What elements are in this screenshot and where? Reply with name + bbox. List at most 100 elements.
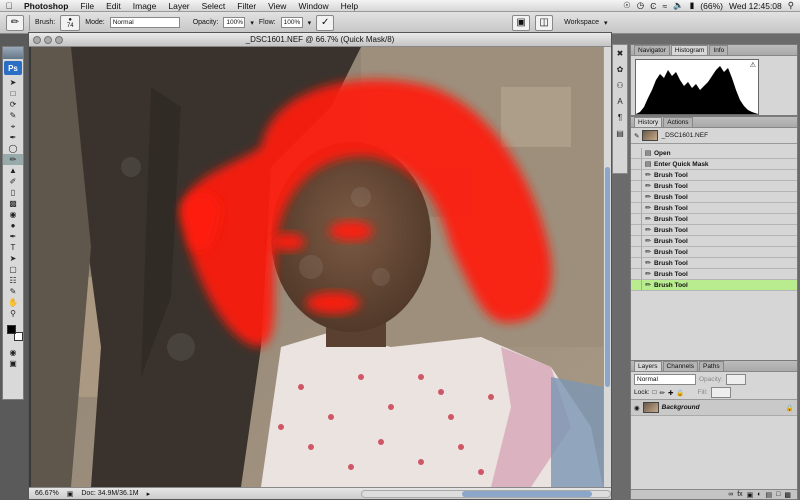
healing-tool-icon[interactable]: ◯ xyxy=(3,143,23,154)
lock-pixels-icon[interactable]: ✏ xyxy=(659,389,664,397)
history-state[interactable]: ✏ Brush Tool xyxy=(631,246,797,258)
zoom-tool-icon[interactable]: ⚲ xyxy=(3,308,23,319)
airbrush-button[interactable]: ✓ xyxy=(316,14,335,31)
history-state[interactable]: ✏ Brush Tool xyxy=(631,191,797,203)
history-source-box[interactable] xyxy=(631,147,642,159)
lock-transparency-icon[interactable]: □ xyxy=(653,389,657,396)
history-source-box[interactable] xyxy=(631,158,642,170)
layer-style-icon[interactable]: fx xyxy=(737,491,742,498)
tab-actions[interactable]: Actions xyxy=(663,117,693,127)
marquee-tool-icon[interactable]: □ xyxy=(3,88,23,99)
lasso-tool-icon[interactable]: ⟳ xyxy=(3,99,23,110)
history-state[interactable]: ✏ Brush Tool xyxy=(631,268,797,280)
brushes-palette-button[interactable]: ▣ xyxy=(512,14,531,31)
visibility-eye-icon[interactable]: ◉ xyxy=(634,404,640,412)
vertical-scroll-thumb[interactable] xyxy=(605,167,610,387)
history-snapshot[interactable]: ✎ _DSC1601.NEF xyxy=(631,128,797,144)
tab-channels[interactable]: Channels xyxy=(662,361,698,371)
sync-icon[interactable]: ☉ xyxy=(623,0,631,11)
chevron-down-icon[interactable]: ▾ xyxy=(604,19,608,27)
menu-clock[interactable]: Wed 12:45:08 xyxy=(729,1,782,11)
menu-window[interactable]: Window xyxy=(292,1,334,11)
history-state[interactable]: ✏ Brush Tool xyxy=(631,169,797,181)
link-layers-icon[interactable]: ∞ xyxy=(728,491,733,498)
ps-logo[interactable]: Ps xyxy=(4,61,22,75)
battery-icon[interactable]: ▮ xyxy=(690,0,695,11)
blend-mode-select[interactable]: Normal xyxy=(634,373,696,385)
menu-filter[interactable]: Filter xyxy=(231,1,262,11)
eraser-tool-icon[interactable]: ▯ xyxy=(3,187,23,198)
history-state[interactable]: ✏ Brush Tool xyxy=(631,224,797,236)
layer-name[interactable]: Background xyxy=(662,404,700,411)
bluetooth-icon[interactable]: Ͼ xyxy=(650,1,656,11)
brush-picker[interactable]: ● 74 xyxy=(60,14,81,31)
chevron-right-icon[interactable]: ▸ xyxy=(147,490,151,498)
new-layer-icon[interactable]: □ xyxy=(776,491,780,498)
tab-info[interactable]: Info xyxy=(709,45,729,55)
tool-preset-button[interactable]: ✏ xyxy=(6,14,24,31)
tab-layers[interactable]: Layers xyxy=(634,361,662,371)
tab-histogram[interactable]: Histogram xyxy=(670,45,709,55)
layer-row[interactable]: ◉ Background 🔒 xyxy=(631,400,797,416)
history-source-box[interactable] xyxy=(631,257,642,269)
history-source-box[interactable] xyxy=(631,191,642,203)
menu-file[interactable]: File xyxy=(74,1,100,11)
chevron-down-icon[interactable]: ▾ xyxy=(250,19,254,27)
menu-select[interactable]: Select xyxy=(196,1,232,11)
horizontal-scroll-thumb[interactable] xyxy=(462,490,592,497)
workspace-label[interactable]: Workspace xyxy=(564,19,599,26)
blur-tool-icon[interactable]: ◉ xyxy=(3,209,23,220)
move-tool-icon[interactable]: ➤ xyxy=(3,77,23,88)
character-icon[interactable]: A xyxy=(613,97,627,109)
menu-view[interactable]: View xyxy=(262,1,292,11)
trash-icon[interactable]: ▩ xyxy=(784,491,791,499)
status-icon[interactable]: ▣ xyxy=(67,490,74,498)
minimize-button[interactable] xyxy=(44,36,52,44)
menu-layer[interactable]: Layer xyxy=(162,1,195,11)
apple-menu-icon[interactable]:  xyxy=(0,1,18,11)
menu-image[interactable]: Image xyxy=(127,1,163,11)
vertical-scrollbar[interactable] xyxy=(603,47,611,487)
notes-tool-icon[interactable]: ☷ xyxy=(3,275,23,286)
menu-help[interactable]: Help xyxy=(335,1,364,11)
history-source-box[interactable] xyxy=(631,213,642,225)
type-tool-icon[interactable]: T xyxy=(3,242,23,253)
history-state[interactable]: ✏ Brush Tool xyxy=(631,180,797,192)
zoom-button[interactable] xyxy=(55,36,63,44)
menu-edit[interactable]: Edit xyxy=(100,1,127,11)
history-source-box[interactable] xyxy=(631,180,642,192)
shape-tool-icon[interactable]: ▢ xyxy=(3,264,23,275)
paragraph-icon[interactable]: ¶ xyxy=(613,113,627,125)
brush-tool-icon[interactable]: ✏ xyxy=(3,154,23,165)
toolbox-header[interactable] xyxy=(3,47,23,59)
warning-icon[interactable]: ⚠ xyxy=(750,61,756,69)
volume-icon[interactable]: 🔈 xyxy=(673,0,684,11)
lock-all-icon[interactable]: 🔒 xyxy=(676,389,684,397)
tool-presets-icon[interactable]: ✖ xyxy=(613,49,627,61)
timemachine-icon[interactable]: ◷ xyxy=(637,0,644,11)
new-group-icon[interactable]: ▤ xyxy=(766,491,773,499)
crop-tool-icon[interactable]: ⌖ xyxy=(3,121,23,132)
screen-mode-icon[interactable]: ▣ xyxy=(3,358,23,369)
eyedropper-tool-icon[interactable]: ✒ xyxy=(3,132,23,143)
clone-stamp-tool-icon[interactable]: ▲ xyxy=(3,165,23,176)
brushes-icon[interactable]: ✿ xyxy=(613,65,627,77)
tab-paths[interactable]: Paths xyxy=(698,361,724,371)
gradient-tool-icon[interactable]: ▩ xyxy=(3,198,23,209)
lock-position-icon[interactable]: ✚ xyxy=(668,389,673,397)
tab-navigator[interactable]: Navigator xyxy=(634,45,670,55)
history-state[interactable]: ▤ Open xyxy=(631,147,797,159)
history-source-box[interactable] xyxy=(631,246,642,258)
opacity-field[interactable]: 100% xyxy=(223,17,246,28)
layer-comps-icon[interactable]: ▤ xyxy=(613,129,627,141)
history-state[interactable]: ▤ Enter Quick Mask xyxy=(631,158,797,170)
clone-source-icon[interactable]: ⚇ xyxy=(613,81,627,93)
spotlight-icon[interactable]: ⚲ xyxy=(788,0,794,11)
history-source-box[interactable] xyxy=(631,224,642,236)
history-source-box[interactable] xyxy=(631,169,642,181)
history-state[interactable]: ✏ Brush Tool xyxy=(631,213,797,225)
tab-history[interactable]: History xyxy=(634,117,663,127)
flow-field[interactable]: 100% xyxy=(280,17,303,28)
quick-select-tool-icon[interactable]: ✎ xyxy=(3,110,23,121)
history-brush-tool-icon[interactable]: ✐ xyxy=(3,176,23,187)
